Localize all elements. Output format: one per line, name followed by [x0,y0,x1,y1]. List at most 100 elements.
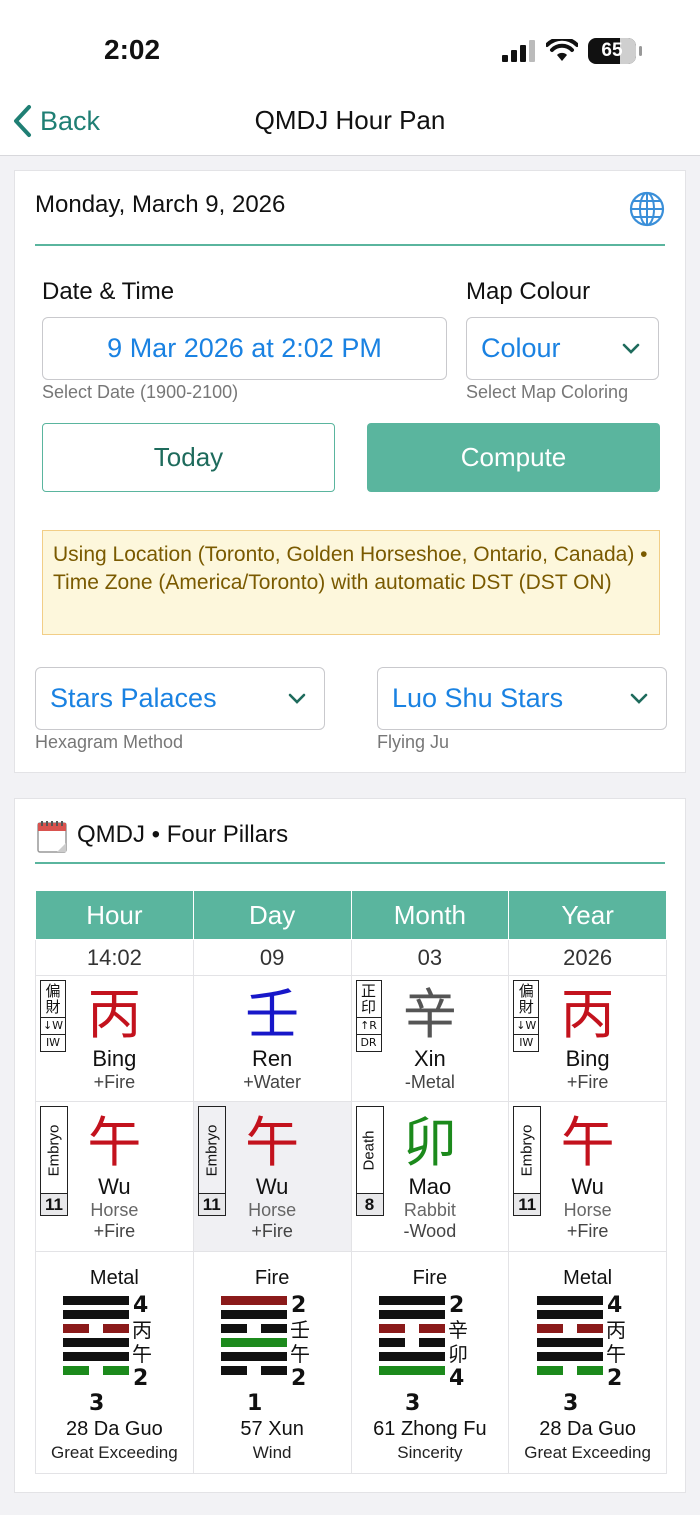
pillar-header: Hour [35,890,194,940]
hexagram-name: 28 Da Guo [66,1417,163,1440]
chevron-down-icon [622,343,640,354]
hexagram-name: 61 Zhong Fu [373,1417,487,1440]
yang-line [221,1295,288,1305]
pillar-value: 2026 [508,939,667,976]
ten-god-mark: ↓W [514,1018,539,1035]
stem-cell: 正印 ↑R DR 辛 Xin -Metal [350,975,510,1102]
four-pillars-card: QMDJ • Four Pillars Hour Day Month Year … [14,798,686,1493]
yang-line [536,1309,603,1319]
branch-cell: Embryo 11 午 Wu Horse +Fire [192,1101,352,1252]
ten-god-box: 正印 ↑R DR [355,980,382,1052]
yin-line-segment [418,1337,445,1347]
date-time-field[interactable]: 9 Mar 2026 at 2:02 PM [42,317,447,380]
yin-line-segment [378,1323,405,1333]
hexagram-row: Metal 4丙午23 28 Da Guo Great Exceeding Fi… [35,1251,667,1474]
hexagram-english: Wind [252,1442,292,1462]
hexagram-method-helper: Hexagram Method [35,732,184,752]
chevron-down-icon [288,693,306,704]
pillar-value: 14:02 [35,939,194,976]
section-title: QMDJ • Four Pillars [77,821,289,848]
flying-ju-select[interactable]: Luo Shu Stars [377,667,667,730]
yin-line-segment [261,1365,288,1375]
hexagram-lower-number: 2 [607,1366,622,1391]
yang-line [378,1309,445,1319]
stem-cell: 偏財 ↓W IW 丙 Bing +Fire [35,975,194,1102]
hexagram-cell: Metal 4丙午2 3 28 Da Guo Great Exceeding [35,1251,194,1474]
hexagram-cell: Fire 2辛卯4 3 61 Zhong Fu Sincerity [350,1251,510,1474]
branch-cell: Embryo 11 午 Wu Horse +Fire [508,1101,667,1252]
ten-god-mark: ↑R [356,1018,381,1035]
ten-god-mark: ↓W [41,1018,65,1035]
life-stage-box: Death 8 [355,1106,384,1216]
life-stage-box: Embryo 11 [513,1106,542,1216]
date-time-helper: Select Date (1900-2100) [42,382,239,402]
map-colour-value: Colour [481,333,561,363]
branch-element: +Fire [251,1220,293,1241]
hexagram-graphic: 4丙午2 3 [63,1293,152,1414]
branch-element: +Fire [566,1220,609,1241]
date-heading: Monday, March 9, 2026 [35,191,286,218]
hexagram-element: Fire [254,1266,290,1289]
life-stage-box: Embryo 11 [197,1106,226,1216]
stem-cell: 壬 Ren +Water [192,975,352,1102]
date-time-value: 9 Mar 2026 at 2:02 PM [107,333,382,363]
hexagram-branch: 午 [290,1342,310,1366]
yin-line-segment [536,1365,563,1375]
life-stage-number: 11 [198,1193,225,1215]
life-stage: Embryo [203,1124,221,1176]
yin-line-segment [221,1323,248,1333]
compute-button[interactable]: Compute [367,423,660,492]
yang-line [536,1337,603,1347]
life-stage-number: 11 [41,1193,67,1215]
stem-character: 壬 [245,983,300,1046]
ten-god-box: 偏財 ↓W IW [513,980,540,1052]
location-notice: Using Location (Toronto, Golden Horsesho… [42,530,660,635]
globe-icon[interactable] [629,191,665,227]
yin-line-segment [103,1365,130,1375]
yang-line [221,1351,288,1361]
yang-line [536,1351,603,1361]
hexagram-method-select[interactable]: Stars Palaces [35,667,325,730]
hexagram-cell: Fire 2壬午21 57 Xun Wind [192,1251,352,1474]
pillar-header: Year [508,890,667,940]
hexagram-graphic: 2壬午21 [221,1293,310,1414]
branch-element: -Wood [403,1220,457,1241]
yin-line-segment [576,1365,603,1375]
yang-line [221,1337,288,1347]
section-divider [35,862,665,864]
hexagram-upper-number: 2 [291,1293,306,1318]
hexagram-english: Great Exceeding [524,1442,651,1462]
yang-line [536,1295,603,1305]
life-stage-number: 11 [514,1193,541,1215]
four-pillars-table: Hour Day Month Year 14:02 09 03 2026 偏財 … [35,890,667,1474]
branch-cell: Death 8 卯 Mao Rabbit -Wood [350,1101,510,1252]
hexagram-stem: 丙 [132,1318,152,1342]
hexagram-english: Sincerity [397,1442,463,1462]
hexagram-name: 57 Xun [240,1417,304,1440]
hexagram-cell: Metal 4丙午2 3 28 Da Guo Great Exceeding [508,1251,667,1474]
hexagram-element: Fire [412,1266,448,1289]
map-colour-select[interactable]: Colour [466,317,659,380]
yang-line [221,1309,288,1319]
yin-line-segment [536,1323,563,1333]
hexagram-english: Great Exceeding [51,1442,178,1462]
hexagram-lower-number: 2 [291,1366,306,1391]
status-icons: 65 [502,38,642,64]
yin-line-segment [378,1337,405,1347]
hexagram-branch: 午 [132,1342,152,1366]
hexagram-graphic: 2辛卯4 3 [378,1293,468,1414]
wifi-icon [546,39,578,61]
yin-line-segment [221,1365,248,1375]
yang-line [63,1351,130,1361]
hexagram-bottom-number: 3 [405,1391,420,1414]
yin-line-segment [261,1323,288,1333]
hexagram-name: 28 Da Guo [539,1417,636,1440]
flying-ju-value: Luo Shu Stars [392,683,564,713]
hexagram-stem: 壬 [290,1318,310,1342]
hexagram-upper-number: 4 [133,1293,148,1318]
yin-line-segment [418,1323,445,1333]
branch-cell: Embryo 11 午 Wu Horse +Fire [35,1101,194,1252]
date-time-label: Date & Time [42,278,175,305]
today-button[interactable]: Today [42,423,335,492]
yang-line [63,1337,130,1347]
